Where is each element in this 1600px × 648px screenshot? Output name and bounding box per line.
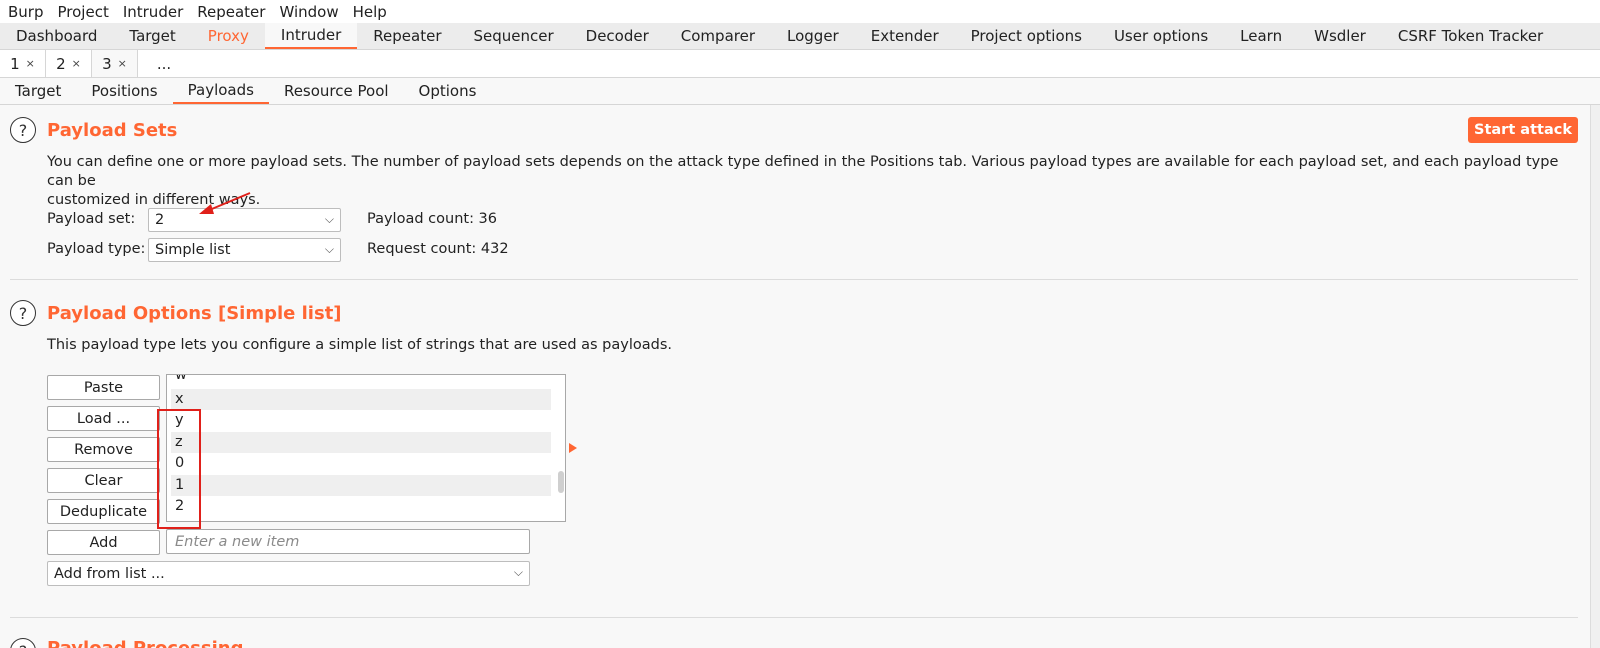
help-icon[interactable]: ?	[10, 117, 36, 143]
tab-dashboard[interactable]: Dashboard	[0, 23, 113, 49]
menu-repeater[interactable]: Repeater	[197, 3, 265, 21]
close-icon[interactable]: ×	[26, 57, 35, 70]
list-item[interactable]: 0	[171, 453, 551, 474]
section-divider	[10, 617, 1578, 618]
tab-extender[interactable]: Extender	[855, 23, 955, 49]
load-button[interactable]: Load ...	[47, 406, 160, 431]
tab-user-options[interactable]: User options	[1098, 23, 1224, 49]
payload-set-label: Payload set:	[47, 211, 136, 227]
menubar: Burp Project Intruder Repeater Window He…	[0, 0, 1600, 23]
request-tab-label: 3	[102, 54, 112, 73]
chevron-down-icon: ⌵	[324, 242, 334, 256]
request-tab-label: 1	[10, 54, 20, 73]
payload-list[interactable]: w x y z 0 1 2	[166, 374, 566, 522]
payload-count: Payload count: 36	[367, 211, 498, 227]
payload-type-label: Payload type:	[47, 241, 146, 257]
request-tab-2[interactable]: 2 ×	[46, 50, 92, 77]
tab-sequencer[interactable]: Sequencer	[458, 23, 570, 49]
section-divider	[10, 279, 1578, 280]
request-tab-label: 2	[56, 54, 66, 73]
tab-wsdler[interactable]: Wsdler	[1298, 23, 1382, 49]
payload-sets-description: You can define one or more payload sets.…	[47, 153, 1567, 210]
highlight-box	[157, 409, 201, 529]
paste-button[interactable]: Paste	[47, 375, 160, 400]
menu-help[interactable]: Help	[353, 3, 387, 21]
payload-options-description: This payload type lets you configure a s…	[47, 337, 673, 353]
subtab-payloads[interactable]: Payloads	[172, 78, 269, 104]
tab-comparer[interactable]: Comparer	[665, 23, 771, 49]
list-scrollbar-thumb[interactable]	[558, 471, 564, 493]
play-arrow-icon[interactable]	[569, 443, 577, 453]
menu-intruder[interactable]: Intruder	[123, 3, 183, 21]
add-from-list-select[interactable]: Add from list ... ⌵	[47, 561, 530, 586]
new-tab-button[interactable]: ...	[138, 50, 190, 77]
list-item[interactable]: z	[171, 432, 551, 453]
menu-window[interactable]: Window	[279, 3, 338, 21]
close-icon[interactable]: ×	[72, 57, 81, 70]
deduplicate-button[interactable]: Deduplicate	[47, 499, 160, 524]
chevron-down-icon: ⌵	[324, 212, 334, 226]
list-item[interactable]: x	[171, 389, 551, 410]
help-icon[interactable]: ?	[10, 300, 36, 326]
payload-processing-title: Payload Processing	[47, 638, 243, 648]
close-icon[interactable]: ×	[118, 57, 127, 70]
intruder-sub-tab-bar: Target Positions Payloads Resource Pool …	[0, 78, 1600, 105]
request-tab-bar: 1 × 2 × 3 × ...	[0, 50, 1600, 78]
tab-target[interactable]: Target	[113, 23, 191, 49]
chevron-down-icon: ⌵	[513, 565, 523, 579]
list-item[interactable]: 1	[171, 475, 551, 496]
subtab-options[interactable]: Options	[404, 78, 492, 104]
start-attack-button[interactable]: Start attack	[1468, 117, 1578, 143]
clear-button[interactable]: Clear	[47, 468, 160, 493]
subtab-target[interactable]: Target	[0, 78, 76, 104]
add-button[interactable]: Add	[47, 530, 160, 555]
payload-type-select[interactable]: Simple list ⌵	[148, 238, 341, 262]
tab-logger[interactable]: Logger	[771, 23, 855, 49]
subtab-positions[interactable]: Positions	[76, 78, 172, 104]
add-from-list-label: Add from list ...	[54, 565, 165, 582]
payload-type-value: Simple list	[155, 242, 231, 258]
tab-csrf-token-tracker[interactable]: CSRF Token Tracker	[1382, 23, 1559, 49]
help-icon[interactable]: ?	[10, 638, 36, 648]
menu-project[interactable]: Project	[58, 3, 109, 21]
tab-proxy[interactable]: Proxy	[192, 23, 265, 49]
list-item[interactable]: y	[171, 410, 551, 431]
main-tab-bar: Dashboard Target Proxy Intruder Repeater…	[0, 23, 1600, 50]
menu-burp[interactable]: Burp	[8, 3, 44, 21]
tab-learn[interactable]: Learn	[1224, 23, 1298, 49]
tab-intruder[interactable]: Intruder	[264, 23, 358, 49]
remove-button[interactable]: Remove	[47, 437, 160, 462]
payload-sets-title: Payload Sets	[47, 120, 178, 141]
request-count: Request count: 432	[367, 241, 509, 257]
request-tab-3[interactable]: 3 ×	[92, 50, 138, 77]
description-line: You can define one or more payload sets.…	[47, 154, 1559, 189]
new-item-input[interactable]	[166, 529, 530, 554]
payload-options-title: Payload Options [Simple list]	[47, 303, 342, 324]
tab-project-options[interactable]: Project options	[955, 23, 1098, 49]
tab-repeater[interactable]: Repeater	[357, 23, 457, 49]
payload-set-value: 2	[155, 212, 165, 228]
tab-decoder[interactable]: Decoder	[570, 23, 665, 49]
subtab-resource-pool[interactable]: Resource Pool	[269, 78, 404, 104]
list-item[interactable]: 2	[171, 496, 551, 517]
annotation-arrow-icon	[199, 192, 251, 214]
request-tab-1[interactable]: 1 ×	[0, 50, 46, 77]
list-item[interactable]: w	[171, 375, 551, 386]
scrollbar[interactable]	[1590, 105, 1600, 648]
